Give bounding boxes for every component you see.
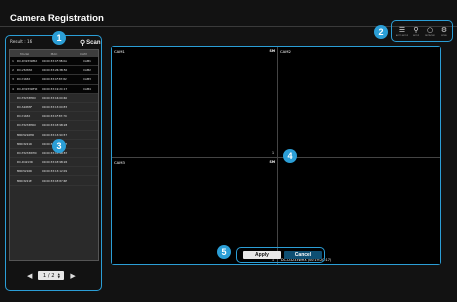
tile-status: SM (269, 160, 275, 164)
next-page-icon[interactable]: ▶ (70, 272, 75, 280)
row-mac: 00:00:33:13:12:09 (42, 169, 68, 174)
row-mac: 00:00:33:1F:87:79 (42, 114, 67, 119)
cancel-button[interactable]: Cancel (284, 251, 322, 259)
row-mac: 00:00:33:26:3B:50 (42, 68, 68, 73)
table-row[interactable]: DC-Y163X 00:00:33:1F:87:79 (10, 112, 98, 122)
row-model: MNC5216R (17, 169, 32, 174)
tile-label: CAM1 (114, 49, 125, 54)
row-model: MNC3221R (17, 141, 32, 146)
row-cam: CAM4 (83, 86, 91, 91)
row-model: MNC5216HR (17, 132, 34, 137)
row-mac: 00:00:33:19:2C:17 (42, 86, 68, 91)
spinner-icon[interactable]: ▲ ▼ (58, 272, 60, 279)
row-mac: 00:00:33:1F:87:82 (42, 77, 67, 82)
callout-badge-5: 5 (217, 245, 231, 259)
tool-label: MORE (441, 35, 447, 37)
tool-label: AUTO SETUP (396, 35, 408, 37)
tool-label: NETWORK (425, 35, 435, 37)
scan-label: Scan (86, 40, 101, 46)
table-row[interactable]: MNC5216R 00:00:33:13:12:09 (10, 167, 98, 177)
callout-badge-2: 2 (374, 25, 388, 39)
column-header-model[interactable]: Model (10, 52, 39, 56)
result-count: Result : 16 (10, 39, 33, 44)
row-mac: 00:00:33:13:00:E3 (42, 105, 68, 110)
row-model: DC-Y163X (17, 114, 31, 119)
row-model: DC-D4213R (17, 160, 33, 165)
row-model: DC-Y163X (17, 77, 31, 82)
grid-divider-vertical (277, 47, 278, 264)
row-model: DC-T3233HRX (17, 95, 36, 100)
callout-badge-4: 4 (283, 149, 297, 163)
row-mac: 00:00:33:16:00:60 (42, 95, 68, 100)
tile-status: SM (269, 49, 275, 53)
row-model: MNC3221E (17, 178, 32, 183)
row-cam: CAM3 (83, 77, 91, 82)
callout-badge-3: 3 (52, 139, 66, 153)
column-header-cam[interactable]: CAM (69, 52, 98, 56)
row-model: DC-D3233WRX (17, 59, 38, 64)
column-header-mac[interactable]: MAC (39, 52, 68, 56)
tool-network[interactable]: ○ NETWORK (424, 26, 436, 38)
prev-page-icon[interactable]: ◀ (27, 272, 32, 280)
table-row[interactable]: 3 DC-Y163X 00:00:33:1F:87:82 CAM3 (10, 75, 98, 85)
globe-icon: ○ (426, 26, 434, 34)
grid-divider-horizontal (112, 157, 440, 158)
apply-button[interactable]: Apply (243, 251, 281, 259)
tile-label: CAM3 (114, 160, 125, 165)
table-row[interactable]: MNC3221E 00:00:33:1E:87:6E (10, 176, 98, 186)
row-model: DC-S1683F (17, 105, 33, 110)
pager: ◀ 1 / 2 ▲ ▼ ▶ (27, 271, 76, 280)
camera-tile-2[interactable]: CAM2 (278, 47, 440, 157)
window-title: Camera Registration (10, 13, 104, 24)
tool-auto-setup[interactable]: ☰ AUTO SETUP (396, 26, 408, 38)
table-row[interactable]: MNC5216HR 00:00:33:13:90:57 (10, 131, 98, 140)
table-row[interactable]: DC-T3233HRX 00:00:33:1E:9B:28 (10, 121, 98, 131)
list-icon: ☰ (398, 26, 406, 34)
row-cam: CAM2 (83, 68, 91, 73)
row-model: DC-D3233WHX (17, 86, 38, 91)
search-icon: ⚲ (80, 40, 86, 47)
list-header: Model MAC CAM (10, 50, 98, 57)
row-mac: 00:00:33:1E:87:6E (42, 178, 68, 183)
callout-badge-1: 1 (52, 31, 66, 45)
table-row[interactable]: DC-D4213R 00:00:33:1E:9B:26 (10, 158, 98, 168)
row-model: DC-T3233HRX (17, 123, 36, 128)
gear-icon: ⚙ (440, 26, 448, 34)
camera-view-grid: CAM1 SM 1 CAM2 CAM3 SM 1 DC-D3233WHX (00… (111, 46, 441, 265)
row-mac: 00:00:33:1E:9B:26 (42, 160, 68, 165)
row-mac: 00:00:33:13:90:57 (42, 132, 68, 137)
row-model: DC-V3283X (17, 68, 33, 73)
tile-number: 1 (271, 151, 274, 155)
row-mac: 00:00:33:1F:3B:0A (42, 59, 67, 64)
page-indicator: 1 / 2 (42, 272, 55, 279)
table-row[interactable]: 2 DC-V3283X 00:00:33:26:3B:50 CAM2 (10, 66, 98, 76)
row-mac: 00:00:33:1E:9B:28 (42, 123, 68, 128)
row-model: DC-T3233WHX (17, 150, 37, 155)
row-cam: CAM1 (83, 59, 91, 64)
table-row[interactable]: 4 DC-D3233WHX 00:00:33:19:2C:17 CAM4 (10, 84, 98, 94)
table-row[interactable]: 1 DC-D3233WRX 00:00:33:1F:3B:0A CAM1 (10, 57, 98, 67)
tool-more[interactable]: ⚙ MORE (438, 26, 450, 38)
tool-label: SETUP (412, 35, 420, 37)
camera-tile-1[interactable]: CAM1 SM 1 (112, 47, 277, 157)
table-row[interactable]: DC-T3233HRX 00:00:33:16:00:60 (10, 94, 98, 103)
scan-button[interactable]: ⚲ Scan (80, 39, 100, 47)
pin-icon: ⚲ (413, 26, 419, 34)
camera-list[interactable]: Model MAC CAM 1 DC-D3233WRX 00:00:33:1F:3B… (9, 49, 99, 261)
page-selector[interactable]: 1 / 2 ▲ ▼ (38, 271, 65, 280)
tile-label: CAM2 (280, 49, 291, 54)
title-divider (0, 26, 457, 27)
tool-setup[interactable]: ⚲ SETUP (410, 26, 422, 38)
table-row[interactable]: DC-S1683F 00:00:33:13:00:E3 (10, 103, 98, 113)
